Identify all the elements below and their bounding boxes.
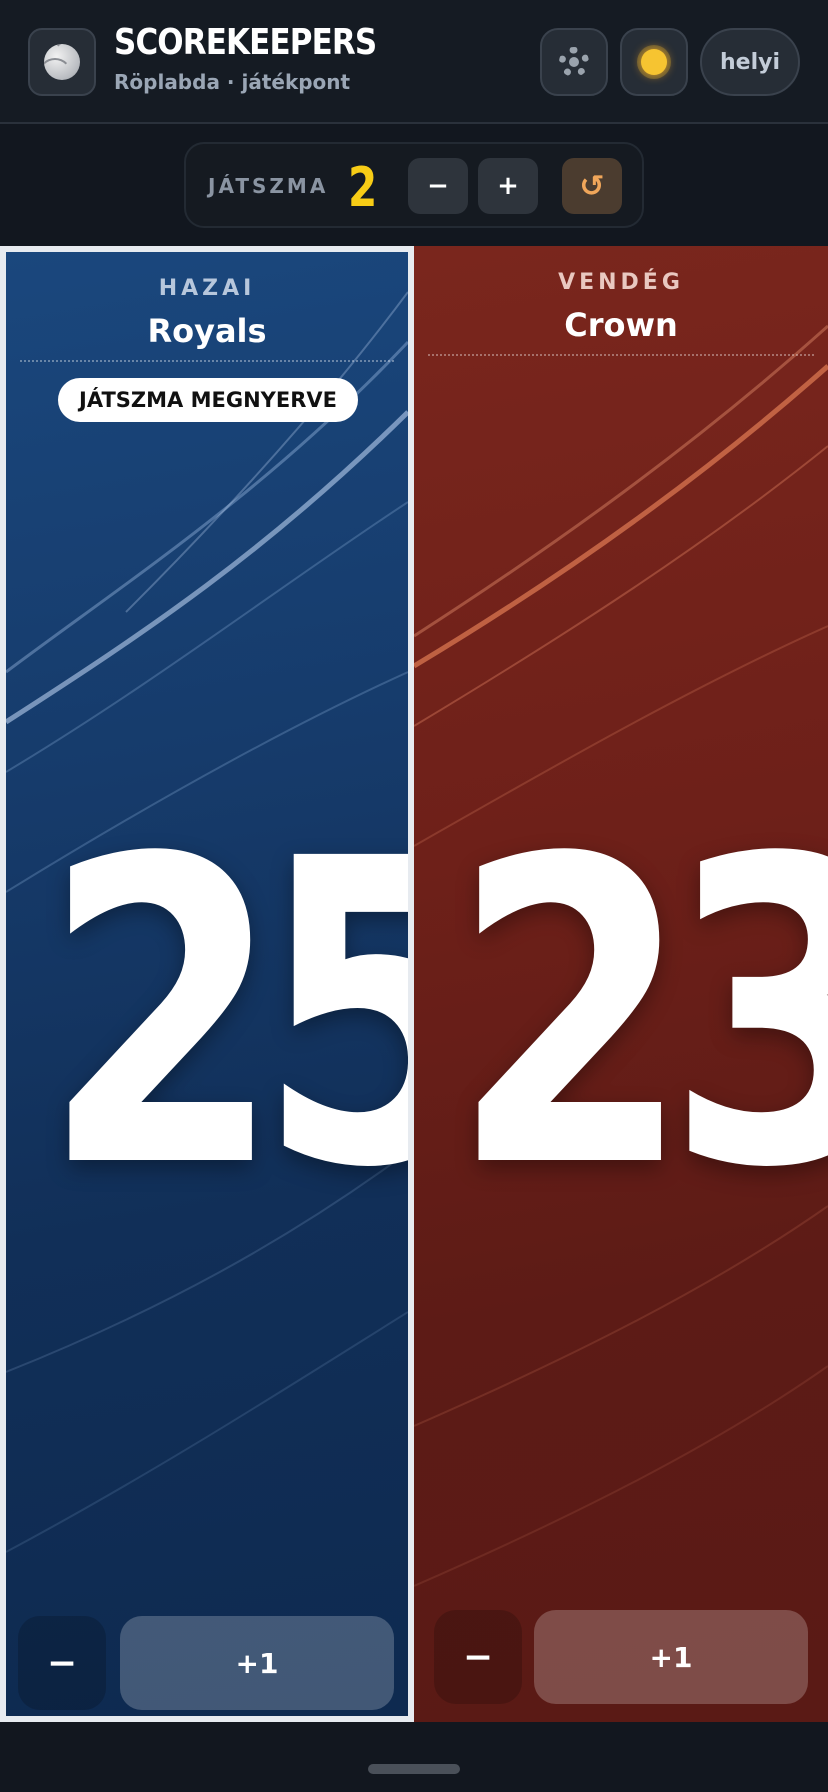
away-increment-button[interactable]: +1 (534, 1610, 808, 1704)
volleyball-icon (44, 44, 80, 80)
logo-button[interactable] (28, 28, 96, 96)
set-label: JÁTSZMA (208, 174, 329, 198)
home-team-panel[interactable]: HAZAI Royals JÁTSZMA MEGNYERVE 25 − +1 (0, 246, 414, 1722)
away-decrement-button[interactable]: − (434, 1610, 522, 1704)
set-number: 2 (348, 156, 378, 219)
home-divider (20, 360, 394, 362)
gear-icon (559, 47, 589, 77)
away-divider (428, 354, 814, 356)
app-title: SCOREKEEPERS (114, 22, 377, 63)
home-side-label: HAZAI (158, 276, 256, 301)
set-decrement-button[interactable]: − (408, 158, 468, 214)
home-indicator[interactable] (368, 1764, 460, 1774)
reset-button[interactable]: ↺ (562, 158, 622, 214)
home-increment-button[interactable]: +1 (120, 1616, 394, 1710)
away-team-name[interactable]: Crown (414, 306, 828, 344)
app-header: SCOREKEEPERS Röplabda · játékpont helyi (0, 0, 828, 124)
away-team-panel[interactable]: VENDÉG Crown 23 − +1 (414, 246, 828, 1722)
locale-button[interactable]: helyi (700, 28, 800, 96)
home-score[interactable]: 25 (42, 806, 408, 1226)
set-won-badge: JÁTSZMA MEGNYERVE (58, 378, 358, 422)
bottom-bar (0, 1722, 828, 1792)
set-increment-button[interactable]: + (478, 158, 538, 214)
settings-button[interactable] (540, 28, 608, 96)
theme-toggle-button[interactable] (620, 28, 688, 96)
away-score[interactable]: 23 (451, 806, 828, 1226)
app-subtitle: Röplabda · játékpont (114, 70, 351, 94)
home-decrement-button[interactable]: − (18, 1616, 106, 1710)
sun-icon (641, 49, 667, 75)
away-side-label: VENDÉG (558, 270, 684, 295)
set-control-bar: JÁTSZMA 2 − + ↺ (184, 142, 644, 228)
home-team-name[interactable]: Royals (6, 312, 408, 350)
reset-icon: ↺ (579, 168, 605, 204)
